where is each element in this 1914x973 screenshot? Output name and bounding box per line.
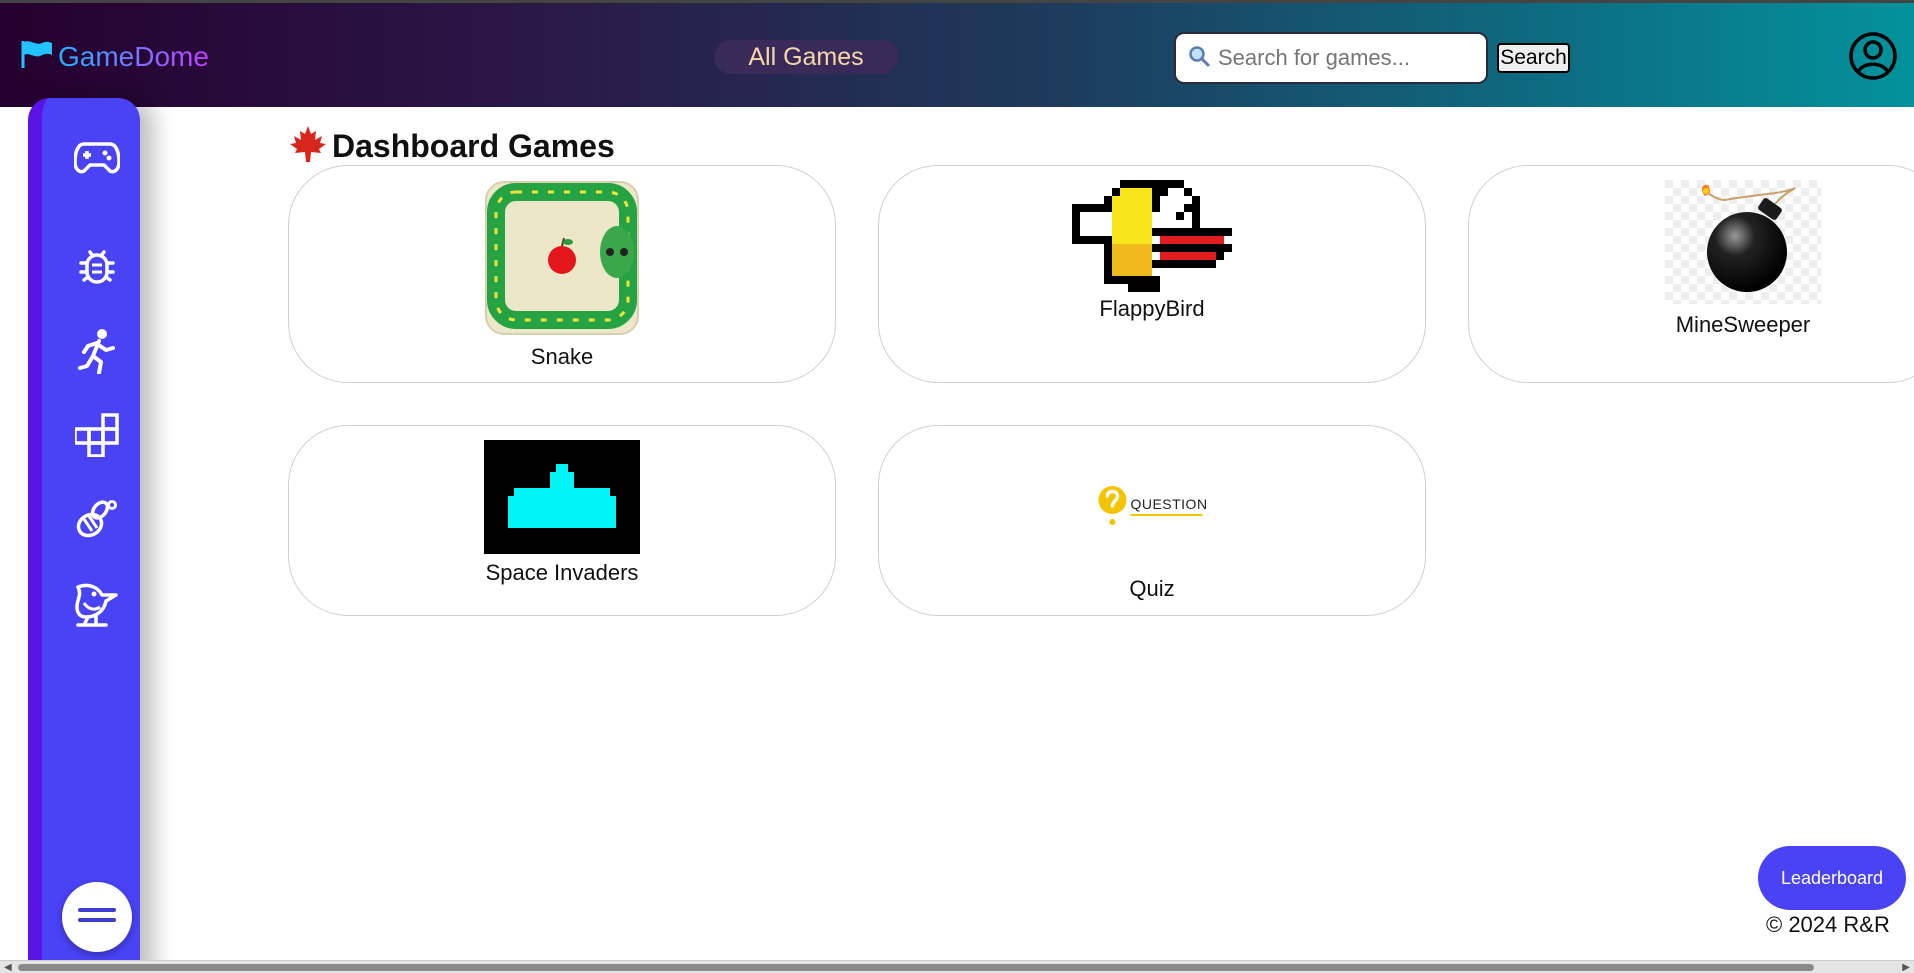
bird-icon[interactable] (74, 581, 120, 627)
maple-leaf-icon (288, 124, 328, 169)
dashboard-title: Dashboard Games (332, 128, 615, 164)
search-field[interactable] (1174, 32, 1488, 84)
leaderboard-button[interactable]: Leaderboard (1758, 846, 1906, 910)
user-circle-icon[interactable] (1848, 31, 1898, 86)
game-title: Space Invaders (485, 560, 639, 585)
scroll-right-icon[interactable]: ▶ (1902, 961, 1910, 973)
runner-icon[interactable] (74, 328, 120, 374)
game-card-quiz[interactable]: QUESTION Quiz (878, 425, 1426, 616)
blocks-icon[interactable] (74, 412, 120, 458)
page-title: Dashboard Games (288, 124, 615, 169)
game-title: FlappyBird (1099, 296, 1205, 321)
game-title: Quiz (1129, 576, 1175, 601)
copyright-footer: © 2024 R&R (1766, 912, 1890, 937)
quiz-logo-text: QUESTION (1130, 496, 1208, 512)
search-icon (1188, 45, 1210, 72)
brand-name: GameDome (58, 40, 209, 72)
snake-thumbnail (484, 180, 640, 341)
flag-icon (20, 39, 54, 74)
quiz-thumbnail: QUESTION (1096, 484, 1207, 528)
game-title: MineSweeper (1675, 312, 1811, 337)
sidebar (28, 98, 140, 973)
horizontal-scrollbar[interactable]: ◀ ▶ (0, 960, 1914, 973)
brand-logo[interactable]: GameDome (20, 39, 209, 74)
all-games-link[interactable]: All Games (714, 40, 898, 74)
top-navbar: GameDome All Games Search (0, 0, 1914, 107)
bomb-thumbnail (1665, 180, 1821, 309)
game-card-space-invaders[interactable]: Space Invaders (288, 425, 836, 616)
game-card-snake[interactable]: Snake (288, 165, 836, 383)
scroll-left-icon[interactable]: ◀ (4, 961, 12, 973)
search-input[interactable] (1218, 45, 1468, 71)
bug-icon[interactable] (74, 243, 120, 289)
game-card-flappybird[interactable]: FlappyBird (878, 165, 1426, 383)
flappybird-thumbnail (1072, 180, 1232, 297)
bee-icon[interactable] (74, 496, 120, 542)
gamepad-icon[interactable] (74, 135, 120, 181)
menu-button[interactable] (62, 882, 132, 952)
game-card-minesweeper[interactable]: MineSweeper (1468, 165, 1914, 383)
search-button[interactable]: Search (1497, 43, 1570, 73)
menu-icon (78, 905, 116, 930)
game-title: Snake (530, 344, 594, 369)
scrollbar-thumb[interactable] (18, 964, 1814, 971)
space-invaders-thumbnail (484, 440, 640, 559)
